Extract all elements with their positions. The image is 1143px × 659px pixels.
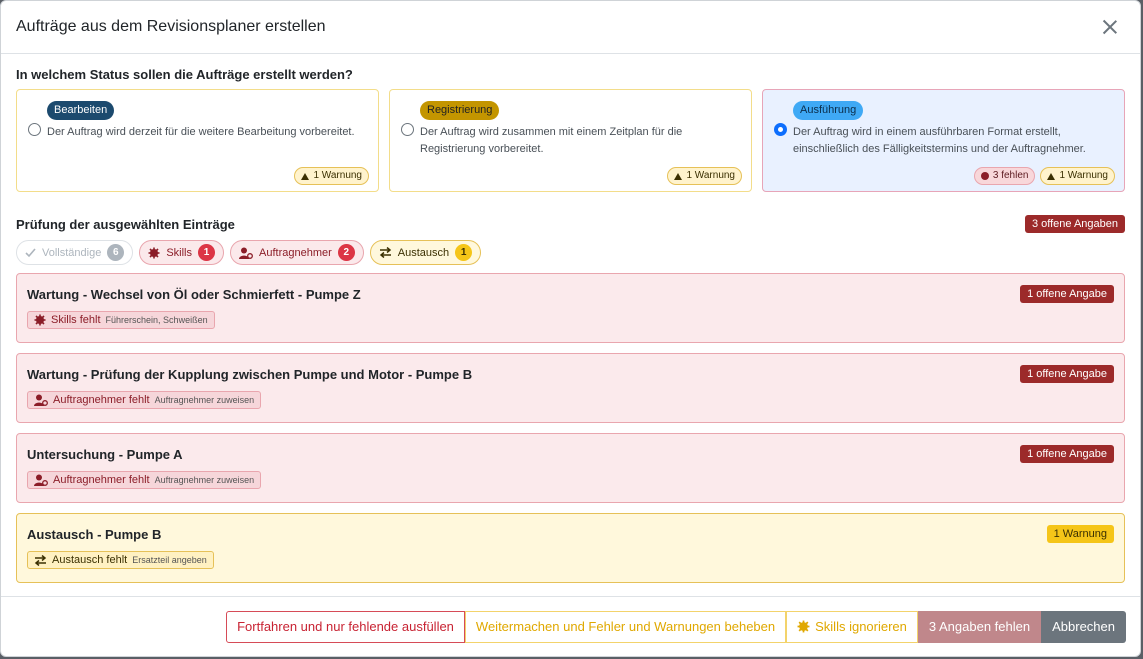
user-gear-icon xyxy=(239,247,253,259)
entry-status-badge: 1 offene Angabe xyxy=(1020,445,1114,463)
status-card-ausfuehrung[interactable]: Ausführung Der Auftrag wird in einem aus… xyxy=(762,89,1125,192)
status-pill-ausfuehrung: Ausführung xyxy=(793,101,864,120)
missing-chip[interactable]: Auftragnehmer fehlt Auftragnehmer zuweis… xyxy=(27,471,262,489)
swap-arrows-icon xyxy=(379,247,391,258)
error-icon xyxy=(980,172,989,180)
modal-title: Aufträge aus dem Revisionsplaner erstell… xyxy=(16,18,326,35)
error-badge: 3 fehlen xyxy=(973,167,1036,185)
filter-exchange[interactable]: Austausch 1 xyxy=(369,240,482,265)
status-desc: Der Auftrag wird in einem ausführbaren F… xyxy=(793,126,1086,155)
modal-footer: Fortfahren und nur fehlende ausfüllen We… xyxy=(1,596,1140,656)
entry-title: Wartung - Wechsel von Öl oder Schmierfet… xyxy=(27,287,361,302)
radio-bearbeiten[interactable] xyxy=(28,123,41,136)
swap-arrows-icon xyxy=(34,554,47,566)
status-options: Bearbeiten Der Auftrag wird derzeit für … xyxy=(16,89,1125,192)
status-card-registrierung[interactable]: Registrierung Der Auftrag wird zusammen … xyxy=(389,89,752,192)
cancel-button[interactable]: Abbrechen xyxy=(1041,610,1126,643)
missing-chip[interactable]: Auftragnehmer fehlt Auftragnehmer zuweis… xyxy=(27,391,262,409)
create-orders-modal: Aufträge aus dem Revisionsplaner erstell… xyxy=(0,0,1141,657)
filter-complete[interactable]: Vollständige 6 xyxy=(16,240,134,265)
review-header: Prüfung der ausgewählten Einträge 3 offe… xyxy=(16,215,1125,233)
ignore-skills-button[interactable]: Skills ignorieren xyxy=(786,610,918,643)
user-gear-icon xyxy=(34,394,48,406)
warning-badge: 1 Warnung xyxy=(294,167,369,185)
fill-missing-button[interactable]: Fortfahren und nur fehlende ausfüllen xyxy=(226,610,465,643)
filter-pills: Vollständige 6 Skills 1 Auftragnehmer 2 … xyxy=(16,240,1125,265)
list-item[interactable]: Untersuchung - Pumpe A 1 offene Angabe A… xyxy=(16,433,1125,503)
status-card-bearbeiten[interactable]: Bearbeiten Der Auftrag wird derzeit für … xyxy=(16,89,379,192)
badge-seal-icon xyxy=(148,247,160,258)
open-items-badge: 3 offene Angaben xyxy=(1024,215,1125,233)
review-title: Prüfung der ausgewählten Einträge xyxy=(16,216,235,232)
filter-count: 2 xyxy=(337,244,355,261)
list-item[interactable]: Austausch - Pumpe B 1 Warnung Austausch … xyxy=(16,513,1125,583)
entry-title: Austausch - Pumpe B xyxy=(27,527,162,542)
missing-info-button[interactable]: 3 Angaben fehlen xyxy=(917,610,1042,643)
modal-body: In welchem Status sollen die Aufträge er… xyxy=(1,54,1140,583)
filter-contractor[interactable]: Auftragnehmer 2 xyxy=(230,240,364,265)
list-item[interactable]: Wartung - Wechsel von Öl oder Schmierfet… xyxy=(16,273,1125,343)
missing-chip[interactable]: Austausch fehlt Ersatzteil angeben xyxy=(27,551,214,569)
warning-icon xyxy=(674,172,683,180)
status-desc: Der Auftrag wird zusammen mit einem Zeit… xyxy=(420,126,683,155)
status-desc: Der Auftrag wird derzeit für die weitere… xyxy=(47,126,355,138)
warning-badge: 1 Warnung xyxy=(1040,167,1115,185)
entry-status-badge: 1 offene Angabe xyxy=(1020,365,1114,383)
status-question: In welchem Status sollen die Aufträge er… xyxy=(16,67,353,82)
modal-header: Aufträge aus dem Revisionsplaner erstell… xyxy=(1,1,1140,54)
radio-registrierung[interactable] xyxy=(401,123,414,136)
warning-icon xyxy=(1047,172,1056,180)
status-pill-bearbeiten: Bearbeiten xyxy=(47,101,115,120)
user-gear-icon xyxy=(34,474,48,486)
entry-list: Wartung - Wechsel von Öl oder Schmierfet… xyxy=(16,273,1125,583)
badge-seal-icon xyxy=(797,620,810,633)
check-icon xyxy=(25,247,36,257)
missing-chip[interactable]: Skills fehlt Führerschein, Schweißen xyxy=(27,311,215,329)
filter-count: 1 xyxy=(198,244,215,261)
warning-badge: 1 Warnung xyxy=(667,167,742,185)
entry-title: Wartung - Prüfung der Kupplung zwischen … xyxy=(27,367,473,382)
entry-title: Untersuchung - Pumpe A xyxy=(27,447,183,462)
filter-count: 6 xyxy=(107,244,125,261)
filter-count: 1 xyxy=(455,244,473,261)
badge-seal-icon xyxy=(34,314,46,326)
radio-ausfuehrung[interactable] xyxy=(774,123,787,136)
list-item[interactable]: Wartung - Prüfung der Kupplung zwischen … xyxy=(16,353,1125,423)
warning-icon xyxy=(301,172,310,180)
filter-skills[interactable]: Skills 1 xyxy=(139,240,224,265)
status-pill-registrierung: Registrierung xyxy=(420,101,500,120)
close-icon[interactable] xyxy=(1099,16,1121,38)
entry-status-badge: 1 offene Angabe xyxy=(1020,285,1114,303)
fix-errors-button[interactable]: Weitermachen und Fehler und Warnungen be… xyxy=(464,610,787,643)
entry-status-badge: 1 Warnung xyxy=(1046,525,1114,543)
